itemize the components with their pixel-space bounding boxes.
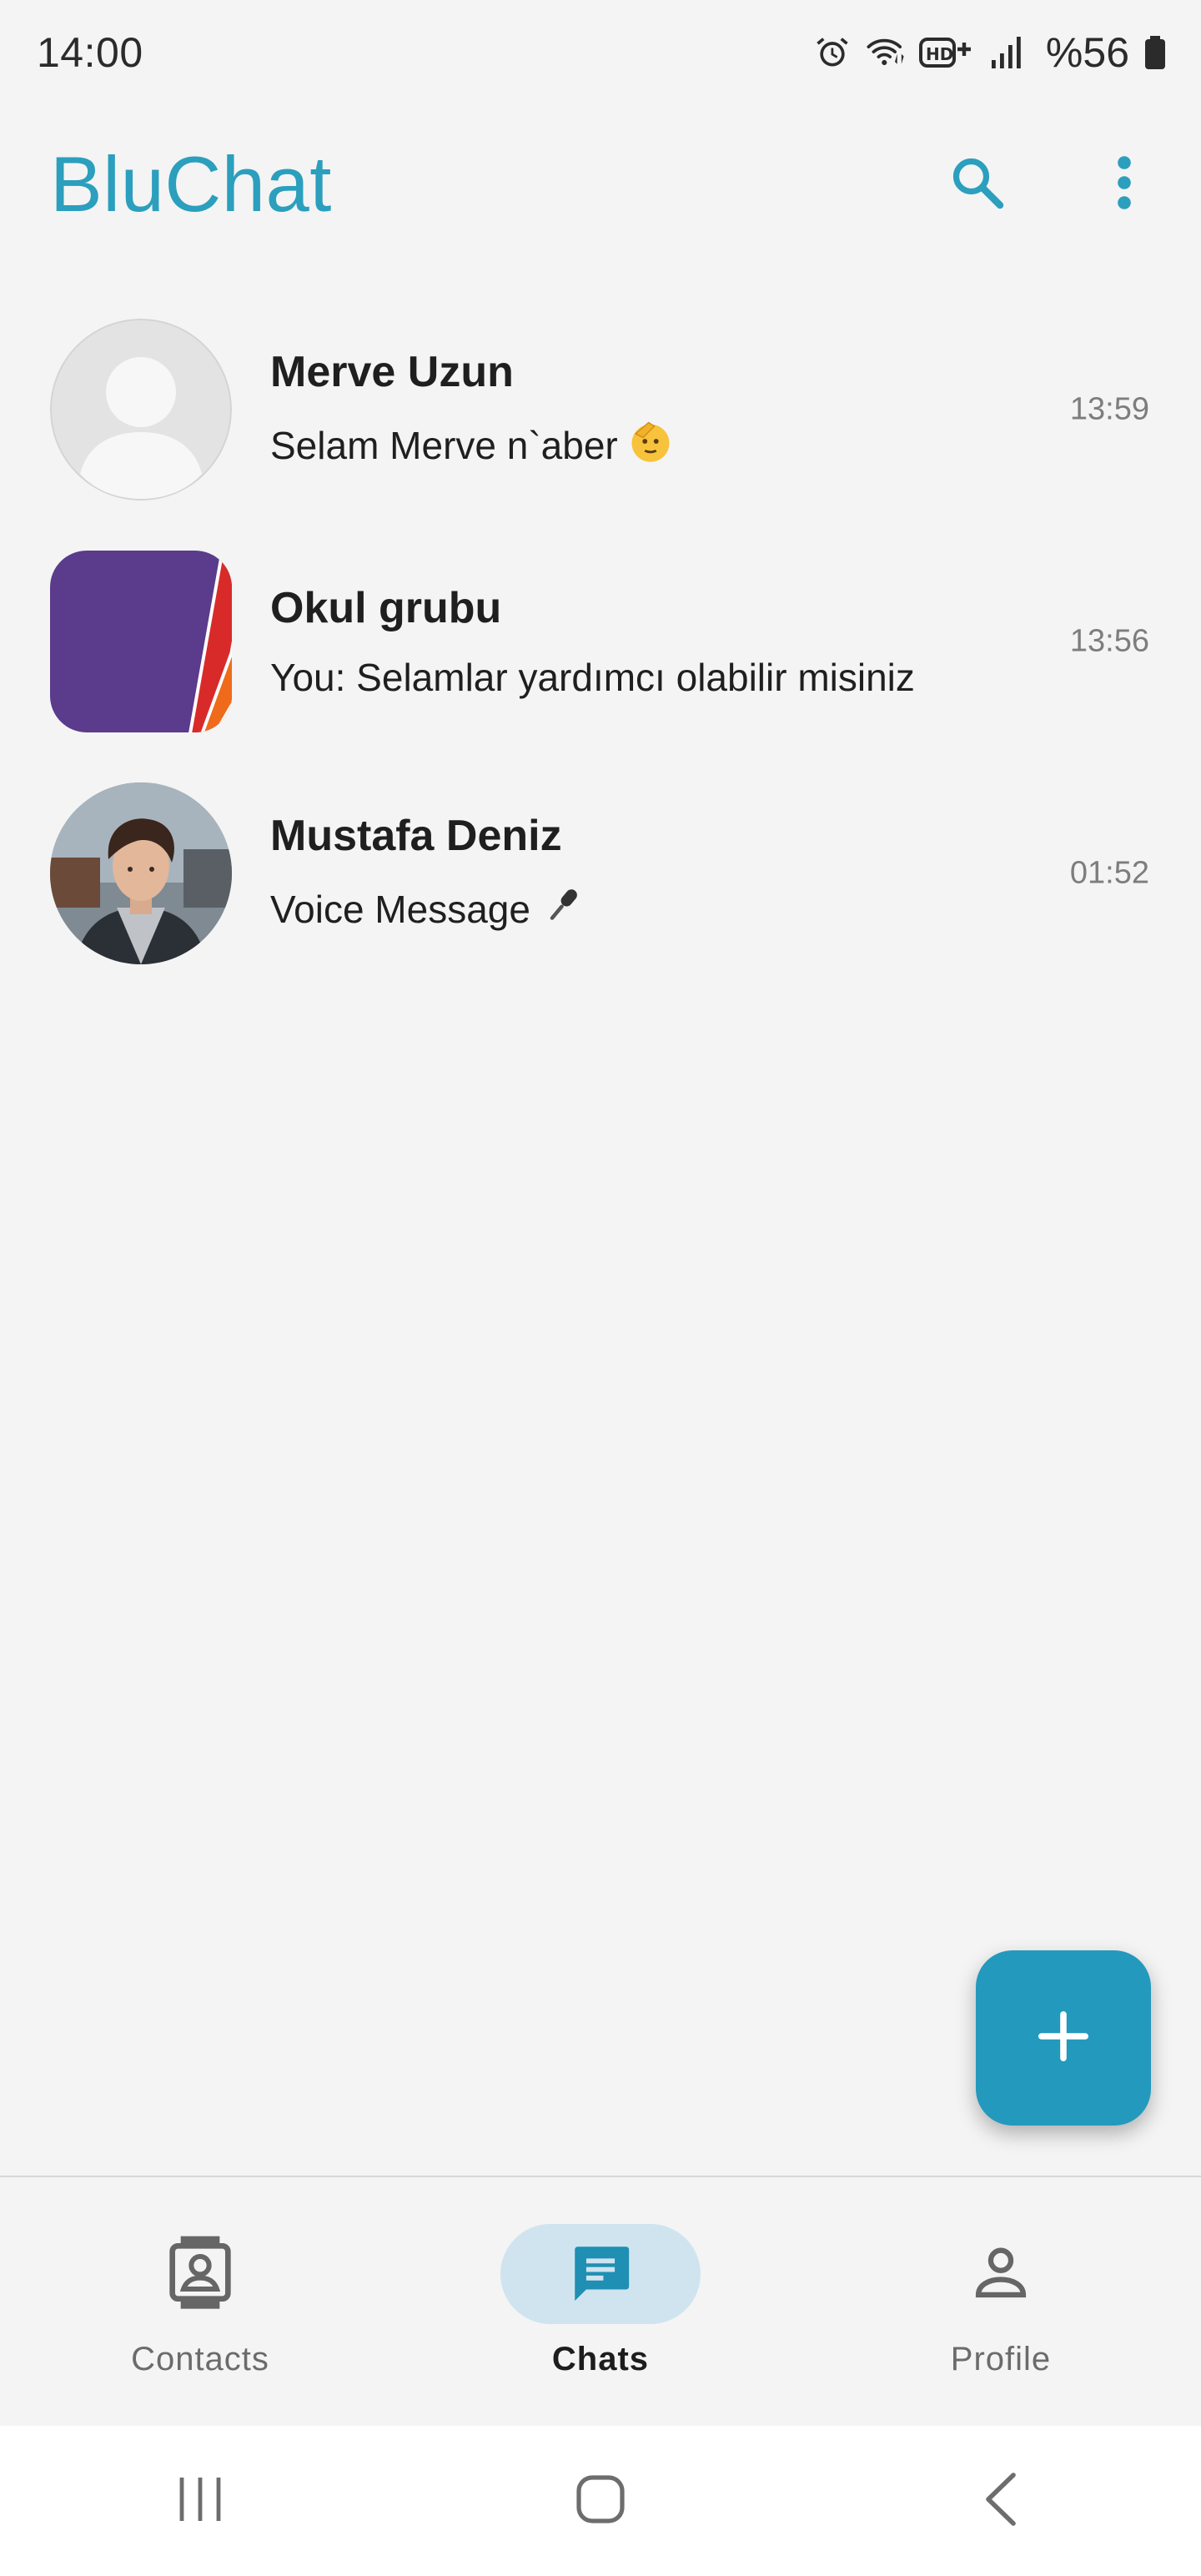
battery-icon — [1143, 33, 1168, 73]
home-button[interactable] — [550, 2451, 651, 2551]
more-vert-icon — [1114, 153, 1134, 217]
color-swatch-image — [50, 551, 232, 732]
chat-name: Mustafa Deniz — [270, 811, 562, 860]
nav-pill — [100, 2224, 300, 2324]
chat-time: 13:59 — [1069, 391, 1149, 427]
new-chat-fab[interactable] — [976, 1950, 1151, 2126]
avatar — [50, 319, 232, 501]
chat-preview-text: Selam Merve n`aber — [270, 424, 618, 467]
app-title: BluChat — [50, 140, 332, 228]
search-button[interactable] — [937, 144, 1018, 224]
chat-preview: Selam Merve n`aber — [270, 419, 1151, 473]
chat-name: Okul grubu — [270, 584, 502, 632]
contacts-icon — [167, 2235, 234, 2314]
nav-label: Contacts — [131, 2341, 269, 2377]
back-button[interactable] — [951, 2451, 1051, 2551]
more-options-button[interactable] — [1084, 144, 1164, 224]
nav-item-profile[interactable]: Profile — [851, 2177, 1151, 2378]
bottom-navigation: Contacts Chats Profile — [0, 2176, 1201, 2426]
chat-preview-text: Voice Message — [270, 888, 530, 931]
nav-pill-active — [500, 2224, 701, 2324]
chat-text: Okul grubu You: Selamlar yardımcı olabil… — [270, 583, 1151, 700]
nav-label: Profile — [950, 2341, 1052, 2377]
chat-list: Merve Uzun Selam Merve n`aber 13:59 Okul… — [0, 294, 1201, 989]
avatar — [50, 782, 232, 964]
search-icon — [947, 153, 1008, 217]
chat-item-mustafa-deniz[interactable]: Mustafa Deniz Voice Message 01:52 — [0, 757, 1201, 989]
hd-plus-icon: HD — [918, 33, 974, 73]
battery-percentage: %56 — [1045, 29, 1129, 76]
chat-text: Mustafa Deniz Voice Message — [270, 811, 1151, 937]
wifi-icon — [866, 33, 906, 73]
status-icons: HD %56 — [812, 28, 1168, 77]
plus-icon — [1034, 2007, 1093, 2070]
signal-icon — [987, 33, 1028, 73]
profile-photo — [50, 782, 232, 964]
status-time: 14:00 — [37, 29, 143, 76]
recents-button[interactable] — [150, 2451, 250, 2551]
app-actions — [937, 144, 1164, 224]
microphone-icon — [540, 883, 585, 937]
status-bar: 14:00 HD %56 — [0, 0, 1201, 105]
chat-preview: Voice Message — [270, 883, 1151, 937]
person-icon — [969, 2241, 1033, 2308]
default-avatar-icon — [50, 319, 232, 501]
alarm-icon — [812, 33, 852, 73]
avatar — [50, 551, 232, 732]
chat-time: 13:56 — [1069, 623, 1149, 659]
nav-label: Chats — [551, 2341, 650, 2377]
chat-text: Merve Uzun Selam Merve n`aber — [270, 347, 1151, 473]
back-icon — [980, 2470, 1022, 2533]
recents-icon — [173, 2474, 227, 2528]
chat-icon — [566, 2238, 635, 2311]
nav-item-chats[interactable]: Chats — [450, 2177, 751, 2378]
nav-item-contacts[interactable]: Contacts — [50, 2177, 350, 2378]
chat-item-merve-uzun[interactable]: Merve Uzun Selam Merve n`aber 13:59 — [0, 294, 1201, 526]
chat-time: 01:52 — [1069, 855, 1149, 891]
svg-text:HD: HD — [926, 44, 953, 64]
chat-item-okul-grubu[interactable]: Okul grubu You: Selamlar yardımcı olabil… — [0, 526, 1201, 757]
nav-pill — [901, 2224, 1101, 2324]
home-icon — [574, 2473, 627, 2530]
system-navigation-bar — [0, 2426, 1201, 2576]
saluting-face-icon — [628, 419, 673, 473]
chat-preview-text: You: Selamlar yardımcı olabilir misiniz — [270, 656, 915, 699]
chat-name: Merve Uzun — [270, 347, 514, 396]
chat-preview: You: Selamlar yardımcı olabilir misiniz — [270, 655, 1151, 700]
app-bar: BluChat — [0, 105, 1201, 264]
